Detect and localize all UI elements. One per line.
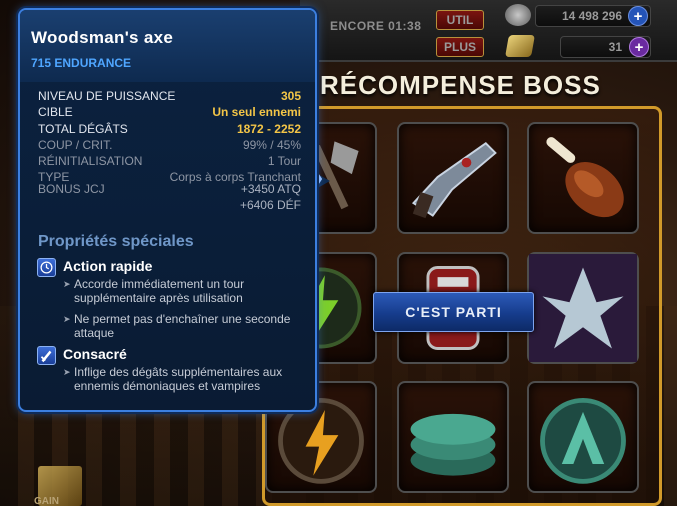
plus-button[interactable]: PLUS bbox=[436, 37, 484, 57]
ability-bullet: ➤ Inflige des dégâts supplémentaires aux… bbox=[63, 365, 303, 393]
encore-timer: ENCORE 01:38 bbox=[330, 19, 422, 33]
bullet-text: Inflige des dégâts supplémentaires aux e… bbox=[74, 365, 283, 393]
bullet-arrow-icon: ➤ bbox=[63, 367, 71, 377]
add-silver-button[interactable]: + bbox=[628, 6, 648, 26]
stat-value: 305 bbox=[280, 89, 301, 103]
blade-icon bbox=[37, 346, 56, 365]
gain-caption: GAIN bbox=[34, 496, 59, 506]
stat-value: 99% / 45% bbox=[242, 137, 301, 152]
bonus-value: +6406 DÉF bbox=[239, 198, 301, 213]
reward-slot-crystal[interactable] bbox=[527, 252, 639, 364]
stat-label: RÉINITIALISATION bbox=[38, 154, 143, 169]
ability-bullet: ➤ Ne permet pas d'enchaîner une seconde … bbox=[63, 312, 303, 340]
stat-row: COUP / CRIT. 99% / 45% bbox=[38, 138, 301, 154]
clock-icon bbox=[37, 258, 56, 277]
go-button[interactable]: C'EST PARTI bbox=[373, 292, 534, 332]
ability-name: Action rapide bbox=[63, 258, 153, 274]
bullet-text: Accorde immédiatement un tour supplément… bbox=[74, 277, 245, 305]
ability-bullet: ➤ Accorde immédiatement un tour suppléme… bbox=[63, 277, 303, 305]
bullet-arrow-icon: ➤ bbox=[63, 314, 71, 324]
stat-value: 1 Tour bbox=[267, 154, 301, 169]
item-tooltip: Woodsman's axe 715 ENDURANCE NIVEAU DE P… bbox=[18, 8, 317, 412]
stat-label: CIBLE bbox=[38, 105, 73, 120]
gold-bar-icon bbox=[505, 35, 535, 57]
add-gold-button[interactable]: + bbox=[629, 37, 649, 57]
bonus-label: BONUS JCJ bbox=[38, 182, 105, 197]
reward-slot-rifle[interactable] bbox=[397, 122, 509, 234]
reward-title: RÉCOMPENSE BOSS bbox=[320, 70, 601, 100]
rifle-icon bbox=[411, 142, 497, 219]
stat-row: TYPE Corps à corps Tranchant bbox=[38, 170, 301, 184]
bullet-text: Ne permet pas d'enchaîner une seconde at… bbox=[74, 312, 291, 340]
stat-row: CIBLE Un seul ennemi bbox=[38, 105, 301, 121]
bullet-arrow-icon: ➤ bbox=[63, 279, 71, 289]
special-properties-title: Propriétés spéciales bbox=[38, 233, 194, 250]
stat-value: 1872 - 2252 bbox=[236, 121, 301, 136]
stats-list: NIVEAU DE PUISSANCE 305 CIBLE Un seul en… bbox=[38, 89, 301, 214]
reward-slot-coins[interactable] bbox=[397, 381, 509, 493]
stat-label: TOTAL DÉGÂTS bbox=[38, 121, 128, 136]
bonus-row: BONUS JCJ +3450 ATQ bbox=[38, 182, 301, 196]
avengers-coin-icon bbox=[540, 397, 626, 484]
reward-slot-meat[interactable] bbox=[527, 122, 639, 234]
stat-label: COUP / CRIT. bbox=[38, 137, 113, 152]
bonus-value: +3450 ATQ bbox=[240, 182, 301, 197]
reward-slot-coin[interactable] bbox=[527, 381, 639, 493]
silver-coin-icon bbox=[505, 4, 531, 26]
stat-row: TOTAL DÉGÂTS 1872 - 2252 bbox=[38, 122, 301, 138]
bonus-row: +6406 DÉF bbox=[38, 198, 301, 214]
avengers-coins-icon bbox=[410, 413, 496, 476]
meat-icon bbox=[546, 137, 624, 218]
stat-value: Un seul ennemi bbox=[212, 105, 301, 120]
stat-label: NIVEAU DE PUISSANCE bbox=[38, 89, 176, 103]
ability-name: Consacré bbox=[63, 346, 127, 362]
item-name: Woodsman's axe bbox=[31, 28, 174, 47]
item-endurance: 715 ENDURANCE bbox=[31, 56, 132, 70]
crystal-icon bbox=[529, 254, 637, 362]
util-button[interactable]: UTIL bbox=[436, 10, 484, 30]
stat-row: RÉINITIALISATION 1 Tour bbox=[38, 154, 301, 170]
stat-row: NIVEAU DE PUISSANCE 305 bbox=[38, 89, 301, 105]
